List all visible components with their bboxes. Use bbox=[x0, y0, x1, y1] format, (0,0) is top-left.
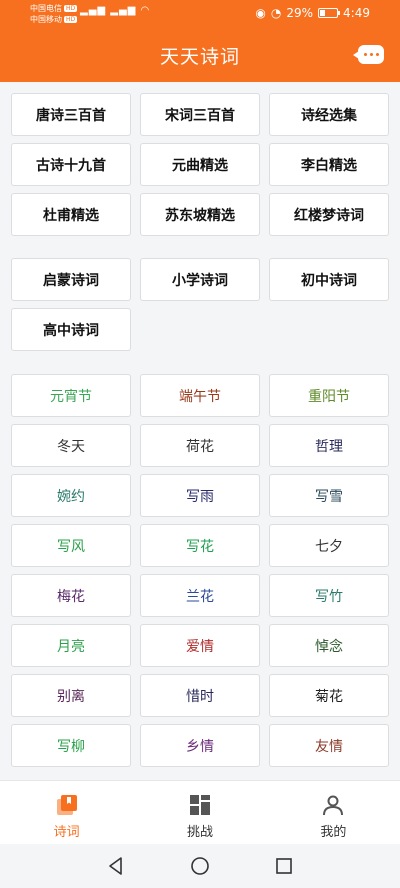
collections-button[interactable]: 杜甫精选 bbox=[11, 193, 131, 236]
tab-mine[interactable]: 我的 bbox=[267, 781, 400, 844]
topic-button[interactable]: 惜时 bbox=[140, 674, 260, 717]
topic-button[interactable]: 爱情 bbox=[140, 624, 260, 667]
collections-button[interactable]: 苏东坡精选 bbox=[140, 193, 260, 236]
topic-button[interactable]: 冬天 bbox=[11, 424, 131, 467]
collections-button[interactable]: 诗经选集 bbox=[269, 93, 389, 136]
clock: 4:49 bbox=[343, 6, 370, 20]
hd-badge: HD bbox=[64, 5, 78, 12]
school-grid: 启蒙诗词 小学诗词 初中诗词高中诗词 bbox=[11, 258, 389, 351]
topic-button[interactable]: 写花 bbox=[140, 524, 260, 567]
collections-button[interactable]: 唐诗三百首 bbox=[11, 93, 131, 136]
app-header: 中国电信 HD 中国移动 HD ▂▄▆ ▂▄▆ ◠ ◉ ◔ 29% 4:49 天天诗… bbox=[0, 0, 400, 82]
hd-badge: HD bbox=[64, 16, 78, 23]
collections-button[interactable]: 红楼梦诗词 bbox=[269, 193, 389, 236]
home-icon[interactable] bbox=[190, 856, 210, 876]
school-button[interactable]: 高中诗词 bbox=[11, 308, 131, 351]
carrier-info: 中国电信 HD 中国移动 HD bbox=[30, 3, 78, 25]
battery-fill bbox=[320, 10, 325, 16]
tab-label: 挑战 bbox=[186, 825, 213, 840]
topic-button[interactable]: 兰花 bbox=[140, 574, 260, 617]
system-nav-bar bbox=[0, 844, 400, 888]
topic-button[interactable]: 写竹 bbox=[269, 574, 389, 617]
topic-button[interactable]: 端午节 bbox=[140, 374, 260, 417]
battery-percent: 29% bbox=[286, 6, 314, 20]
person-icon bbox=[323, 795, 344, 816]
collections-button[interactable]: 宋词三百首 bbox=[140, 93, 260, 136]
topic-button[interactable]: 写柳 bbox=[11, 724, 131, 767]
book-icon bbox=[56, 795, 77, 815]
topic-button[interactable]: 重阳节 bbox=[269, 374, 389, 417]
tab-label: 诗词 bbox=[53, 825, 80, 840]
collections-grid: 唐诗三百首 宋词三百首 诗经选集古诗十九首 元曲精选 李白精选杜甫精选 苏东坡精选 红楼梦诗… bbox=[11, 93, 389, 236]
topic-button[interactable]: 悼念 bbox=[269, 624, 389, 667]
carrier-2: 中国移动 bbox=[30, 15, 62, 24]
signal-icon: ▂▄▆ ▂▄▆ ◠ bbox=[80, 5, 151, 16]
eye-icon: ◉ bbox=[255, 6, 266, 20]
topic-button[interactable]: 梅花 bbox=[11, 574, 131, 617]
collections-button[interactable]: 元曲精选 bbox=[140, 143, 260, 186]
grid-icon bbox=[189, 795, 210, 815]
school-button[interactable]: 初中诗词 bbox=[269, 258, 389, 301]
status-bar: 中国电信 HD 中国移动 HD ▂▄▆ ▂▄▆ ◠ ◉ ◔ 29% 4:49 bbox=[0, 0, 400, 28]
school-button[interactable]: 小学诗词 bbox=[140, 258, 260, 301]
topic-button[interactable]: 菊花 bbox=[269, 674, 389, 717]
status-right: ◉ ◔ 29% 4:49 bbox=[255, 6, 370, 20]
bottom-tab-bar: 诗词 挑战 我的 bbox=[0, 780, 400, 844]
school-button[interactable]: 启蒙诗词 bbox=[11, 258, 131, 301]
tab-challenge[interactable]: 挑战 bbox=[133, 781, 266, 844]
topic-button[interactable]: 友情 bbox=[269, 724, 389, 767]
topic-button[interactable]: 写雪 bbox=[269, 474, 389, 517]
main-content[interactable]: 唐诗三百首 宋词三百首 诗经选集古诗十九首 元曲精选 李白精选杜甫精选 苏东坡精选 红楼梦诗… bbox=[0, 82, 400, 780]
tab-label: 我的 bbox=[320, 825, 347, 840]
topic-button[interactable]: 月亮 bbox=[11, 624, 131, 667]
topics-grid: 元宵节 端午节 重阳节冬天 荷花 哲理婉约 写雨 写雪写风 写花 七夕梅花 兰花 写竹月亮 爱情 悼念别… bbox=[11, 374, 389, 767]
topic-button[interactable]: 写风 bbox=[11, 524, 131, 567]
recents-icon[interactable] bbox=[274, 856, 294, 876]
battery-icon bbox=[318, 8, 341, 18]
topic-button[interactable]: 七夕 bbox=[269, 524, 389, 567]
topic-button[interactable]: 写雨 bbox=[140, 474, 260, 517]
page-title: 天天诗词 bbox=[159, 46, 240, 68]
topic-button[interactable]: 乡情 bbox=[140, 724, 260, 767]
tab-poems[interactable]: 诗词 bbox=[0, 781, 133, 844]
collections-button[interactable]: 李白精选 bbox=[269, 143, 389, 186]
topic-button[interactable]: 婉约 bbox=[11, 474, 131, 517]
topic-button[interactable]: 元宵节 bbox=[11, 374, 131, 417]
topic-button[interactable]: 荷花 bbox=[140, 424, 260, 467]
message-icon[interactable] bbox=[353, 45, 384, 64]
topic-button[interactable]: 别离 bbox=[11, 674, 131, 717]
carrier-1: 中国电信 bbox=[30, 4, 62, 13]
collections-button[interactable]: 古诗十九首 bbox=[11, 143, 131, 186]
topic-button[interactable]: 哲理 bbox=[269, 424, 389, 467]
alarm-icon: ◔ bbox=[270, 6, 282, 20]
back-icon[interactable] bbox=[106, 856, 126, 876]
